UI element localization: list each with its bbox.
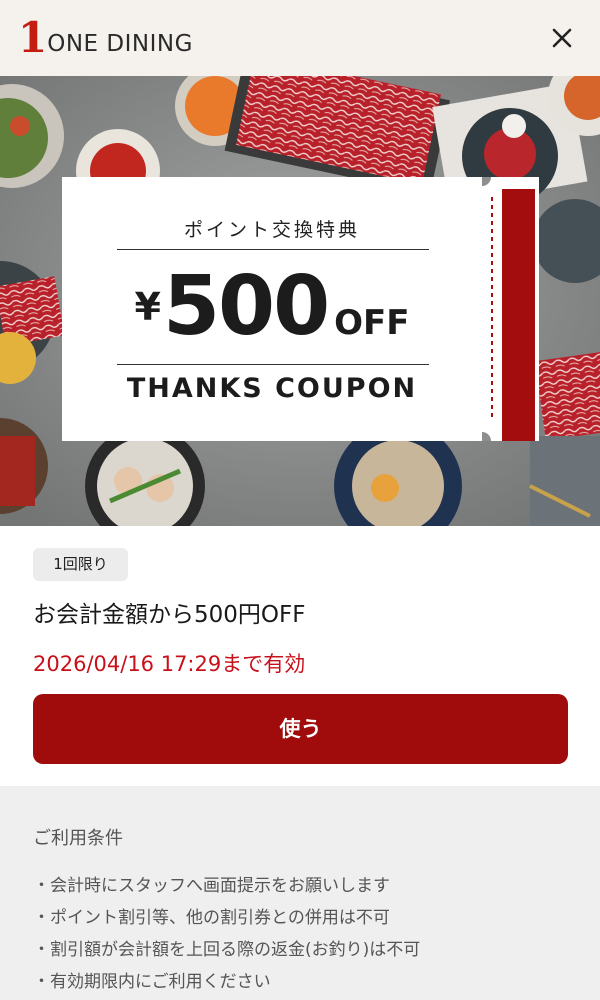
close-button[interactable] bbox=[546, 22, 578, 54]
coupon-description: お会計金額から500円OFF bbox=[33, 602, 306, 628]
coupon-ticket: ポイント交換特典 ¥500 OFF THANKS COUPON bbox=[62, 177, 539, 441]
terms-section: ご利用条件 会計時にスタッフへ画面提示をお願いします ポイント割引等、他の割引券… bbox=[0, 786, 600, 1000]
logo-text: ONE DINING bbox=[47, 31, 193, 57]
terms-item: 会計時にスタッフへ画面提示をお願いします bbox=[33, 870, 420, 902]
terms-item: 割引額が会計額を上回る際の返金(お釣り)は不可 bbox=[33, 934, 420, 966]
logo-number: 1 bbox=[18, 13, 47, 62]
terms-item: 有効期限内にご利用ください bbox=[33, 966, 420, 998]
terms-list: 会計時にスタッフへ画面提示をお願いします ポイント割引等、他の割引券との併用は不… bbox=[33, 870, 420, 998]
coupon-stub bbox=[482, 177, 539, 441]
close-icon bbox=[552, 28, 572, 48]
usage-limit-badge: 1回限り bbox=[33, 548, 128, 581]
terms-item: ポイント割引等、他の割引券との併用は不可 bbox=[33, 902, 420, 934]
coupon-subtitle: THANKS COUPON bbox=[126, 373, 418, 404]
terms-title: ご利用条件 bbox=[33, 828, 123, 849]
expiry-date: 2026/04/16 17:29まで有効 bbox=[33, 652, 306, 676]
use-coupon-button[interactable]: 使う bbox=[33, 694, 568, 764]
divider bbox=[117, 364, 429, 365]
hero-image: ポイント交換特典 ¥500 OFF THANKS COUPON bbox=[0, 76, 600, 526]
app-header: 1 ONE DINING bbox=[0, 0, 600, 76]
coupon-body: ポイント交換特典 ¥500 OFF THANKS COUPON bbox=[62, 177, 482, 441]
currency-symbol: ¥ bbox=[134, 285, 161, 329]
coupon-amount: ¥500 OFF bbox=[62, 257, 482, 357]
amount-value: 500 bbox=[162, 259, 330, 354]
coupon-title: ポイント交換特典 bbox=[183, 219, 360, 241]
divider bbox=[117, 249, 429, 250]
brand-logo: 1 ONE DINING bbox=[18, 13, 193, 62]
off-label: OFF bbox=[334, 303, 410, 343]
